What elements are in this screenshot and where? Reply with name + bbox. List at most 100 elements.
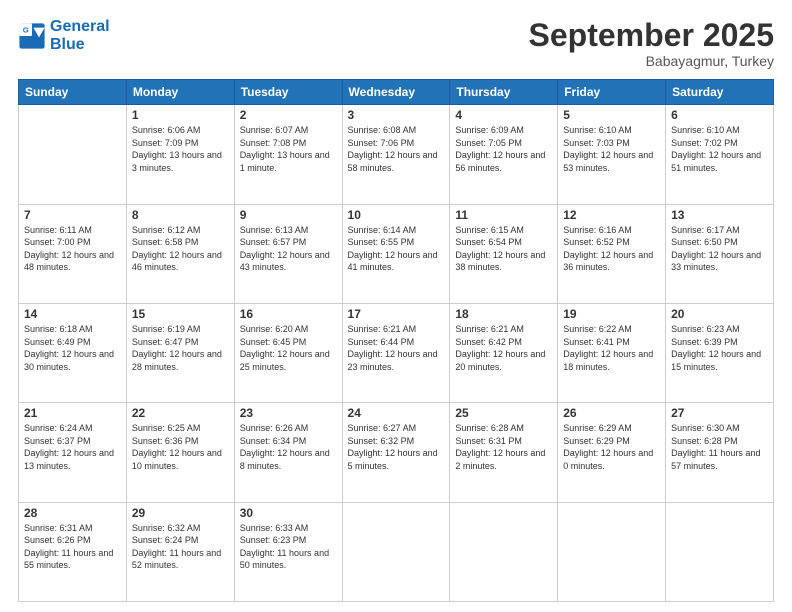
- table-row: 24Sunrise: 6:27 AM Sunset: 6:32 PM Dayli…: [342, 403, 450, 502]
- table-row: 28Sunrise: 6:31 AM Sunset: 6:26 PM Dayli…: [19, 502, 127, 601]
- day-number: 29: [132, 506, 229, 520]
- cell-info: Sunrise: 6:07 AM Sunset: 7:08 PM Dayligh…: [240, 124, 337, 174]
- cell-info: Sunrise: 6:23 AM Sunset: 6:39 PM Dayligh…: [671, 323, 768, 373]
- header-friday: Friday: [558, 80, 666, 105]
- day-number: 1: [132, 108, 229, 122]
- day-number: 4: [455, 108, 552, 122]
- table-row: 16 Sunrise: 6:20 AM Sunset: 6:45 PM Dayli…: [234, 303, 342, 402]
- table-row: 20 Sunrise: 6:23 AM Sunset: 6:39 PM Dayli…: [666, 303, 774, 402]
- header-tuesday: Tuesday: [234, 80, 342, 105]
- table-row: 1Sunrise: 6:06 AM Sunset: 7:09 PM Daylig…: [126, 105, 234, 204]
- day-number: 17: [348, 307, 445, 321]
- page: G General Blue September 2025 Babayagmur…: [0, 0, 792, 612]
- table-row: 26 Sunrise: 6:29 AM Sunset: 6:29 PM Dayli…: [558, 403, 666, 502]
- day-number: 2: [240, 108, 337, 122]
- table-row: 14Sunrise: 6:18 AM Sunset: 6:49 PM Dayli…: [19, 303, 127, 402]
- day-number: 20: [671, 307, 768, 321]
- cell-info: Sunrise: 6:10 AM Sunset: 7:03 PM Dayligh…: [563, 124, 660, 174]
- cell-info: Sunrise: 6:24 AM Sunset: 6:37 PM Dayligh…: [24, 422, 121, 472]
- calendar-table: Sunday Monday Tuesday Wednesday Thursday…: [18, 79, 774, 602]
- day-number: 8: [132, 208, 229, 222]
- day-number: 13: [671, 208, 768, 222]
- title-block: September 2025 Babayagmur, Turkey: [529, 18, 774, 69]
- cell-info: Sunrise: 6:22 AM Sunset: 6:41 PM Dayligh…: [563, 323, 660, 373]
- day-number: 10: [348, 208, 445, 222]
- cell-info: Sunrise: 6:28 AM Sunset: 6:31 PM Dayligh…: [455, 422, 552, 472]
- cell-info: Sunrise: 6:17 AM Sunset: 6:50 PM Dayligh…: [671, 224, 768, 274]
- day-number: 3: [348, 108, 445, 122]
- logo-text: General Blue: [50, 18, 110, 53]
- day-number: 22: [132, 406, 229, 420]
- table-row: 21 Sunrise: 6:24 AM Sunset: 6:37 PM Dayli…: [19, 403, 127, 502]
- day-number: 15: [132, 307, 229, 321]
- cell-info: Sunrise: 6:29 AM Sunset: 6:29 PM Dayligh…: [563, 422, 660, 472]
- header-wednesday: Wednesday: [342, 80, 450, 105]
- logo: G General Blue: [18, 18, 110, 53]
- table-row: [450, 502, 558, 601]
- header-monday: Monday: [126, 80, 234, 105]
- day-number: 23: [240, 406, 337, 420]
- calendar-week-4: 21 Sunrise: 6:24 AM Sunset: 6:37 PM Dayli…: [19, 403, 774, 502]
- cell-info: Sunrise: 6:21 AM Sunset: 6:42 PM Dayligh…: [455, 323, 552, 373]
- table-row: 12Sunrise: 6:16 AM Sunset: 6:52 PM Dayli…: [558, 204, 666, 303]
- day-number: 11: [455, 208, 552, 222]
- table-row: 4 Sunrise: 6:09 AM Sunset: 7:05 PM Daylig…: [450, 105, 558, 204]
- logo-line2: Blue: [50, 36, 110, 54]
- calendar-header-row: Sunday Monday Tuesday Wednesday Thursday…: [19, 80, 774, 105]
- calendar-week-3: 14Sunrise: 6:18 AM Sunset: 6:49 PM Dayli…: [19, 303, 774, 402]
- header-thursday: Thursday: [450, 80, 558, 105]
- table-row: 8 Sunrise: 6:12 AM Sunset: 6:58 PM Daylig…: [126, 204, 234, 303]
- table-row: 15 Sunrise: 6:19 AM Sunset: 6:47 PM Dayli…: [126, 303, 234, 402]
- cell-info: Sunrise: 6:20 AM Sunset: 6:45 PM Dayligh…: [240, 323, 337, 373]
- subtitle: Babayagmur, Turkey: [529, 53, 774, 69]
- day-number: 7: [24, 208, 121, 222]
- cell-info: Sunrise: 6:19 AM Sunset: 6:47 PM Dayligh…: [132, 323, 229, 373]
- table-row: 2 Sunrise: 6:07 AM Sunset: 7:08 PM Daylig…: [234, 105, 342, 204]
- table-row: 10 Sunrise: 6:14 AM Sunset: 6:55 PM Dayli…: [342, 204, 450, 303]
- cell-info: Sunrise: 6:21 AM Sunset: 6:44 PM Dayligh…: [348, 323, 445, 373]
- table-row: [666, 502, 774, 601]
- day-number: 28: [24, 506, 121, 520]
- svg-text:G: G: [23, 25, 29, 34]
- day-number: 26: [563, 406, 660, 420]
- logo-icon: G: [18, 22, 46, 50]
- table-row: 5 Sunrise: 6:10 AM Sunset: 7:03 PM Daylig…: [558, 105, 666, 204]
- header-saturday: Saturday: [666, 80, 774, 105]
- cell-info: Sunrise: 6:18 AM Sunset: 6:49 PM Dayligh…: [24, 323, 121, 373]
- cell-info: Sunrise: 6:11 AM Sunset: 7:00 PM Dayligh…: [24, 224, 121, 274]
- day-number: 19: [563, 307, 660, 321]
- day-number: 18: [455, 307, 552, 321]
- calendar-week-5: 28Sunrise: 6:31 AM Sunset: 6:26 PM Dayli…: [19, 502, 774, 601]
- cell-info: Sunrise: 6:33 AM Sunset: 6:23 PM Dayligh…: [240, 522, 337, 572]
- day-number: 27: [671, 406, 768, 420]
- day-number: 25: [455, 406, 552, 420]
- table-row: [342, 502, 450, 601]
- day-number: 9: [240, 208, 337, 222]
- cell-info: Sunrise: 6:14 AM Sunset: 6:55 PM Dayligh…: [348, 224, 445, 274]
- table-row: 22 Sunrise: 6:25 AM Sunset: 6:36 PM Dayli…: [126, 403, 234, 502]
- day-number: 16: [240, 307, 337, 321]
- table-row: 29 Sunrise: 6:32 AM Sunset: 6:24 PM Dayli…: [126, 502, 234, 601]
- table-row: [19, 105, 127, 204]
- cell-info: Sunrise: 6:25 AM Sunset: 6:36 PM Dayligh…: [132, 422, 229, 472]
- header: G General Blue September 2025 Babayagmur…: [18, 18, 774, 69]
- day-number: 5: [563, 108, 660, 122]
- table-row: 17 Sunrise: 6:21 AM Sunset: 6:44 PM Dayli…: [342, 303, 450, 402]
- cell-info: Sunrise: 6:09 AM Sunset: 7:05 PM Dayligh…: [455, 124, 552, 174]
- day-number: 21: [24, 406, 121, 420]
- table-row: 25 Sunrise: 6:28 AM Sunset: 6:31 PM Dayli…: [450, 403, 558, 502]
- table-row: 13 Sunrise: 6:17 AM Sunset: 6:50 PM Dayli…: [666, 204, 774, 303]
- cell-info: Sunrise: 6:30 AM Sunset: 6:28 PM Dayligh…: [671, 422, 768, 472]
- table-row: 11 Sunrise: 6:15 AM Sunset: 6:54 PM Dayli…: [450, 204, 558, 303]
- table-row: 7 Sunrise: 6:11 AM Sunset: 7:00 PM Daylig…: [19, 204, 127, 303]
- calendar-week-1: 1Sunrise: 6:06 AM Sunset: 7:09 PM Daylig…: [19, 105, 774, 204]
- table-row: 23Sunrise: 6:26 AM Sunset: 6:34 PM Dayli…: [234, 403, 342, 502]
- cell-info: Sunrise: 6:13 AM Sunset: 6:57 PM Dayligh…: [240, 224, 337, 274]
- cell-info: Sunrise: 6:32 AM Sunset: 6:24 PM Dayligh…: [132, 522, 229, 572]
- table-row: 19 Sunrise: 6:22 AM Sunset: 6:41 PM Dayli…: [558, 303, 666, 402]
- cell-info: Sunrise: 6:12 AM Sunset: 6:58 PM Dayligh…: [132, 224, 229, 274]
- table-row: 18 Sunrise: 6:21 AM Sunset: 6:42 PM Dayli…: [450, 303, 558, 402]
- day-number: 12: [563, 208, 660, 222]
- cell-info: Sunrise: 6:15 AM Sunset: 6:54 PM Dayligh…: [455, 224, 552, 274]
- cell-info: Sunrise: 6:08 AM Sunset: 7:06 PM Dayligh…: [348, 124, 445, 174]
